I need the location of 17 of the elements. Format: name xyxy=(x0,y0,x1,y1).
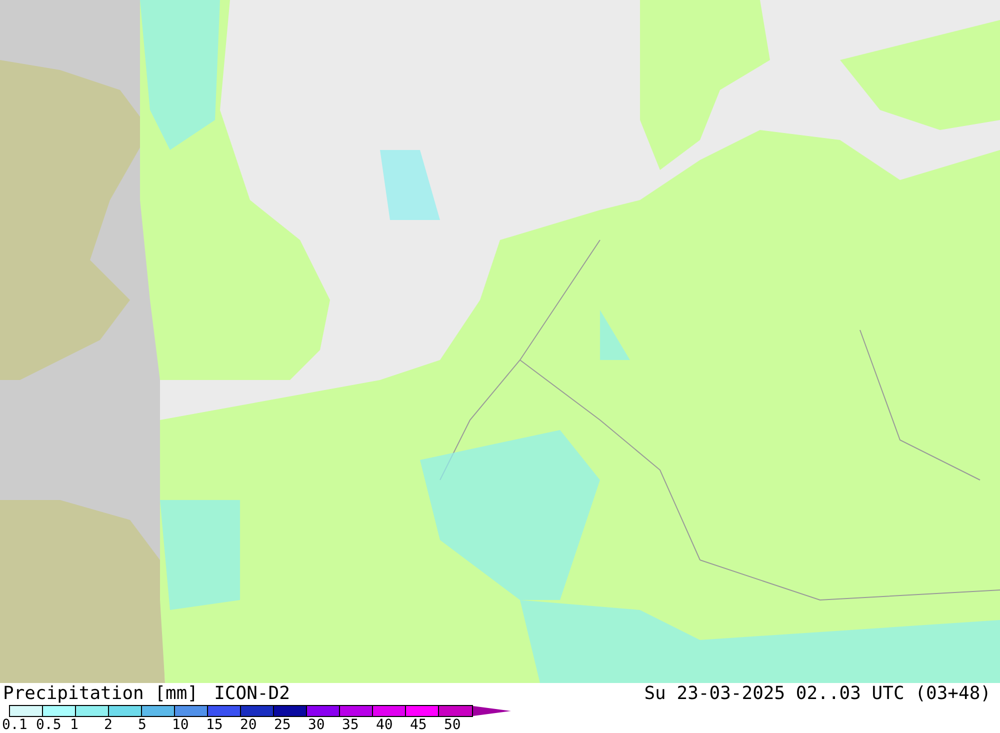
scale-label: 15 xyxy=(206,717,224,733)
valid-time-label: Su 23-03-2025 02..03 UTC (03+48) xyxy=(644,683,992,705)
scale-label: 2 xyxy=(104,717,114,733)
scale-label: 35 xyxy=(342,717,360,733)
scale-label: 0.5 xyxy=(36,717,62,733)
quantity-label: Precipitation [mm] xyxy=(3,683,198,705)
scale-label: 30 xyxy=(308,717,326,733)
scale-label: 10 xyxy=(172,717,190,733)
scale-label: 40 xyxy=(376,717,394,733)
scale-label: 25 xyxy=(274,717,292,733)
scale-label: 0.1 xyxy=(2,717,28,733)
scale-label: 20 xyxy=(240,717,258,733)
scale-label: 1 xyxy=(70,717,80,733)
scale-label: 50 xyxy=(444,717,462,733)
model-label: ICON-D2 xyxy=(214,683,290,705)
scale-label: 45 xyxy=(410,717,428,733)
scale-label: 5 xyxy=(138,717,148,733)
